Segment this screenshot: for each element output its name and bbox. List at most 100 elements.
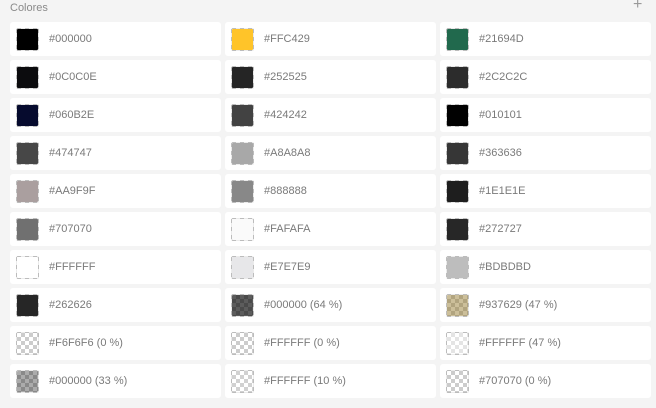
color-label: #F6F6F6 (0 %) [49,337,123,349]
color-item[interactable]: #010101 [440,98,651,132]
color-swatch [16,217,39,241]
color-label: #FFFFFF (0 %) [264,337,340,349]
color-item[interactable]: #937629 (47 %) [440,288,651,322]
color-swatch-fill [232,256,253,278]
color-swatch-fill [447,256,468,278]
color-label: #FFFFFF (47 %) [479,337,561,349]
color-item[interactable]: #707070 (0 %) [440,364,651,398]
color-swatch-fill [17,294,38,316]
color-swatch-fill [447,104,468,126]
color-item[interactable]: #888888 [225,174,436,208]
color-swatch [16,331,39,355]
color-swatch-fill [17,256,38,278]
color-swatch-fill [17,180,38,202]
color-item[interactable]: #F6F6F6 (0 %) [10,326,221,360]
color-label: #0C0C0E [49,71,97,83]
color-swatch [16,293,39,317]
color-label: #AA9F9F [49,185,96,197]
color-label: #060B2E [49,109,95,121]
color-item[interactable]: #21694D [440,22,651,56]
color-label: #707070 [49,223,92,235]
color-label: #424242 [264,109,307,121]
plus-icon[interactable]: + [633,0,642,13]
color-swatch-fill [17,28,38,50]
color-swatch [446,141,469,165]
color-swatch [231,65,254,89]
color-swatch-fill [447,180,468,202]
color-swatch-fill [232,142,253,164]
color-swatch [231,103,254,127]
section-title: Colores [10,2,48,14]
color-label: #FFC429 [264,33,310,45]
color-label: #21694D [479,33,524,45]
color-item[interactable]: #000000 (33 %) [10,364,221,398]
color-swatch-fill [17,218,38,240]
color-swatch-fill [17,66,38,88]
color-swatch-fill [17,104,38,126]
color-item[interactable]: #FFFFFF (0 %) [225,326,436,360]
color-item[interactable]: #AA9F9F [10,174,221,208]
color-swatch-fill [232,294,253,316]
color-swatch [446,369,469,393]
color-swatch-fill [232,28,253,50]
color-swatch [16,255,39,279]
color-item[interactable]: #E7E7E9 [225,250,436,284]
color-item[interactable]: #FAFAFA [225,212,436,246]
color-item[interactable]: #707070 [10,212,221,246]
color-swatch [16,103,39,127]
color-swatch [231,293,254,317]
color-item[interactable]: #272727 [440,212,651,246]
color-swatch [446,217,469,241]
color-item[interactable]: #2C2C2C [440,60,651,94]
color-item[interactable]: #A8A8A8 [225,136,436,170]
color-swatch [16,369,39,393]
color-label: #937629 (47 %) [479,299,558,311]
color-swatch [231,141,254,165]
color-label: #262626 [49,299,92,311]
color-label: #000000 [49,33,92,45]
color-item[interactable]: #0C0C0E [10,60,221,94]
color-item[interactable]: #262626 [10,288,221,322]
color-swatch [16,27,39,51]
color-item[interactable]: #252525 [225,60,436,94]
color-swatch-fill [447,332,468,354]
color-label: #474747 [49,147,92,159]
color-swatch [446,331,469,355]
color-label: #FFFFFF [49,261,96,273]
color-swatch [231,179,254,203]
color-label: #010101 [479,109,522,121]
color-item[interactable]: #FFC429 [225,22,436,56]
color-label: #A8A8A8 [264,147,311,159]
color-swatch-fill [447,142,468,164]
color-label: #000000 (64 %) [264,299,343,311]
color-item[interactable]: #FFFFFF (10 %) [225,364,436,398]
color-item[interactable]: #FFFFFF [10,250,221,284]
color-swatch [231,27,254,51]
color-label: #FAFAFA [264,223,311,235]
color-label: #888888 [264,185,307,197]
color-item[interactable]: #363636 [440,136,651,170]
color-swatch [446,103,469,127]
color-swatch [446,27,469,51]
color-swatch-fill [447,294,468,316]
color-label: #1E1E1E [479,185,526,197]
color-swatch-fill [232,218,253,240]
color-swatch [231,217,254,241]
color-label: #363636 [479,147,522,159]
color-swatch-fill [447,218,468,240]
color-item[interactable]: #424242 [225,98,436,132]
color-item[interactable]: #BDBDBD [440,250,651,284]
color-label: #2C2C2C [479,71,528,83]
color-swatch [16,179,39,203]
color-item[interactable]: #060B2E [10,98,221,132]
color-swatch [231,369,254,393]
color-item[interactable]: #FFFFFF (47 %) [440,326,651,360]
color-item[interactable]: #000000 [10,22,221,56]
color-item[interactable]: #474747 [10,136,221,170]
color-swatch [446,65,469,89]
color-swatch-fill [232,66,253,88]
color-grid: #000000 #FFC429 #21694D #0C0C0E #252525 #2C2C… [10,22,651,398]
color-swatch [231,331,254,355]
color-item[interactable]: #000000 (64 %) [225,288,436,322]
color-item[interactable]: #1E1E1E [440,174,651,208]
